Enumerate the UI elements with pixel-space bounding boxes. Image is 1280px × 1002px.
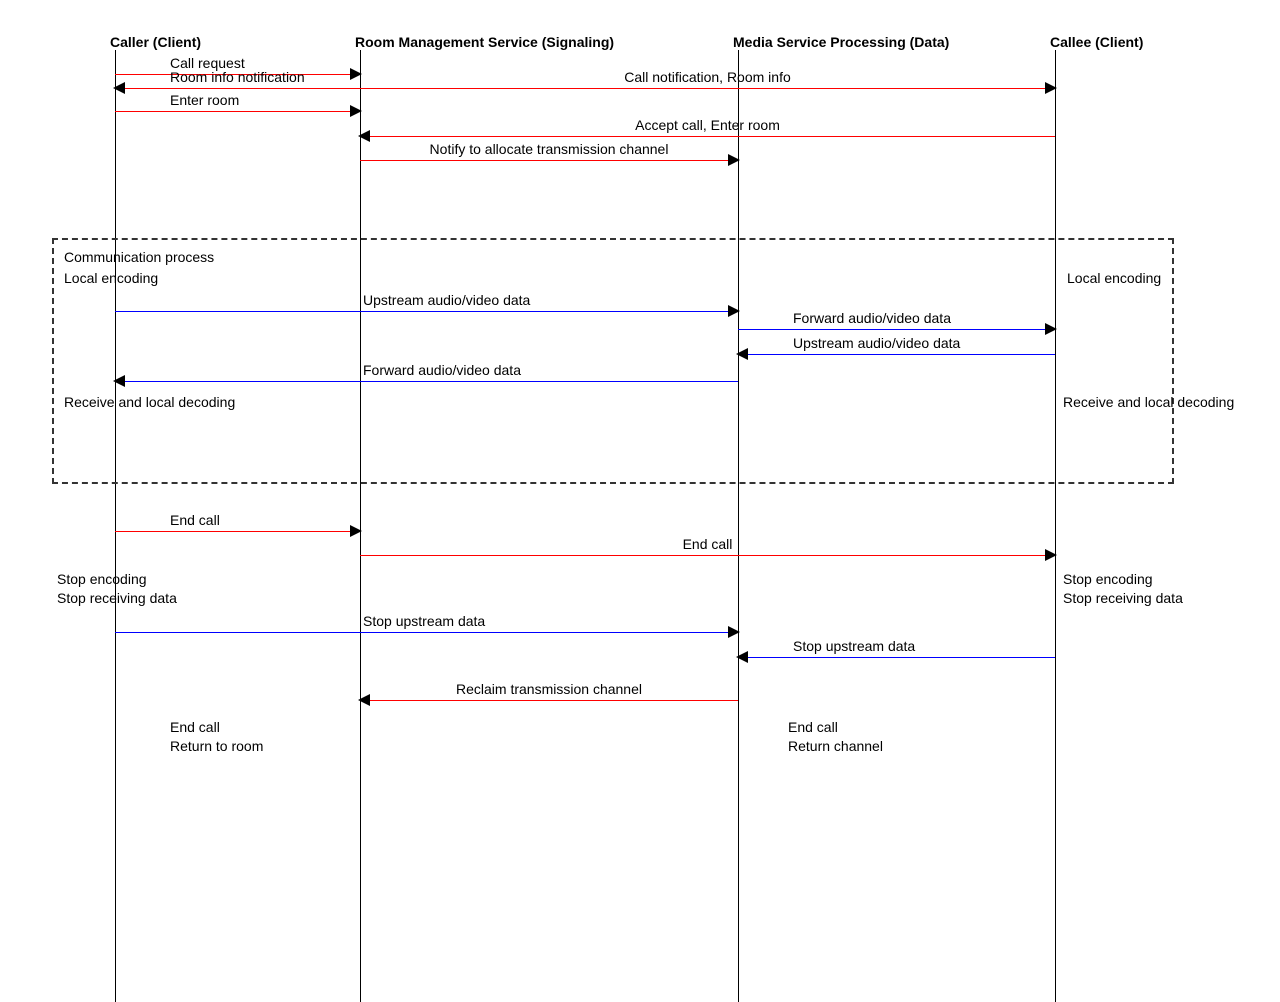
lifeline-media (738, 50, 739, 1002)
actor-caller-label: Caller (Client) (110, 34, 201, 50)
note-receive-decoding-callee: Receive and local decoding (1063, 393, 1234, 412)
msg-end-call-caller-label: End call (170, 512, 220, 528)
actor-rms-label: Room Management Service (Signaling) (355, 34, 614, 50)
note-local-encoding-callee: Local encoding (1067, 269, 1161, 288)
msg-enter-room-label: Enter room (170, 92, 239, 108)
msg-call-notification-room-info-label: Call notification, Room info (624, 69, 791, 85)
note-local-encoding-caller: Local encoding (64, 269, 158, 288)
lifeline-caller (115, 50, 116, 1002)
msg-accept-call-enter-room-label: Accept call, Enter room (635, 117, 780, 133)
msg-forward-av-to-callee-label: Forward audio/video data (793, 310, 951, 326)
communication-process-region (52, 238, 1174, 484)
msg-reclaim-transmission-channel-label: Reclaim transmission channel (456, 681, 642, 697)
note-end-call-caller: End callReturn to room (170, 718, 263, 756)
msg-stop-upstream-caller-label: Stop upstream data (363, 613, 485, 629)
msg-upstream-av-callee-label: Upstream audio/video data (793, 335, 960, 351)
msg-stop-upstream-callee-label: Stop upstream data (793, 638, 915, 654)
note-stop-encoding-caller: Stop encodingStop receiving data (57, 570, 177, 608)
actor-media-label: Media Service Processing (Data) (733, 34, 949, 50)
msg-upstream-av-caller-label: Upstream audio/video data (363, 292, 530, 308)
msg-forward-av-to-caller-label: Forward audio/video data (363, 362, 521, 378)
msg-notify-allocate-transmission-channel-label: Notify to allocate transmission channel (430, 141, 669, 157)
sequence-diagram: { "actors": { "caller": "Caller (Client)… (0, 0, 1280, 1002)
note-stop-encoding-callee: Stop encodingStop receiving data (1063, 570, 1183, 608)
msg-end-call-to-callee-label: End call (683, 536, 733, 552)
lifeline-callee (1055, 50, 1056, 1002)
note-communication-process: Communication process (64, 248, 214, 267)
note-end-call-callee: End callReturn channel (788, 718, 883, 756)
actor-callee-label: Callee (Client) (1050, 34, 1143, 50)
msg-room-info-notification-label: Room info notification (170, 69, 305, 85)
note-receive-decoding-caller: Receive and local decoding (64, 393, 235, 412)
